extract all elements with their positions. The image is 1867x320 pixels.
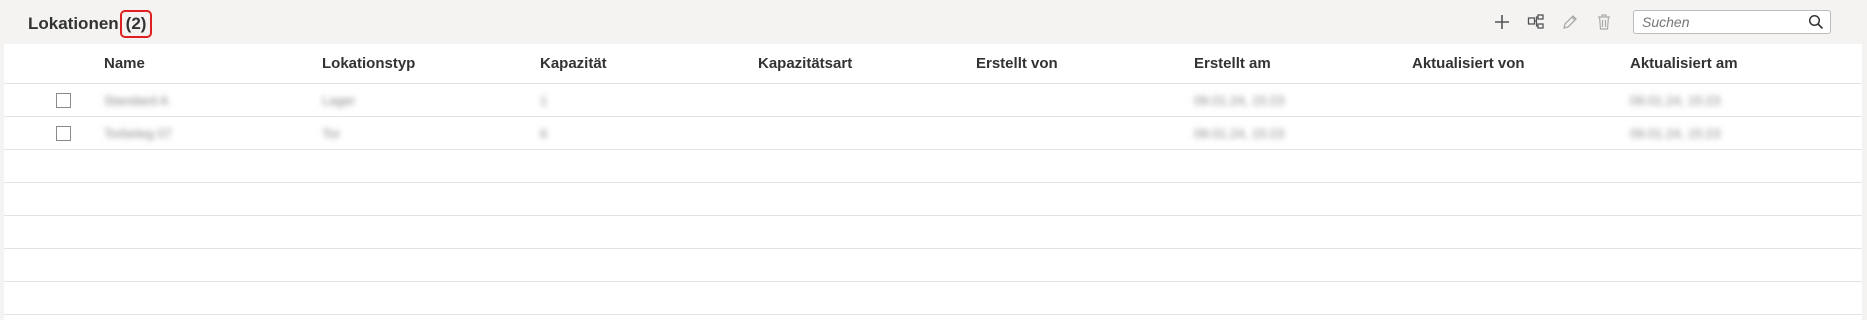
- column-header[interactable]: Erstellt am: [1194, 44, 1412, 84]
- cell-created-by: [976, 83, 1194, 117]
- table-row[interactable]: Standard A Lager 1 09.01.24, 15:23 09.01…: [4, 83, 1862, 117]
- hierarchy-button[interactable]: [1519, 9, 1553, 35]
- pencil-icon: [1563, 15, 1577, 29]
- row-checkbox[interactable]: [56, 125, 71, 141]
- cell-capacity: 1: [540, 83, 758, 117]
- cell-created-by: [976, 116, 1194, 150]
- cell-updated-by: [1412, 83, 1630, 117]
- toolbar: [1485, 9, 1831, 35]
- column-header[interactable]: Aktualisiert am: [1630, 44, 1862, 84]
- column-header[interactable]: Name: [104, 44, 322, 84]
- table-header-row: Name Lokationstyp Kapazität Kapazitätsar…: [4, 44, 1862, 84]
- cell-created-at: 09.01.24, 15:23: [1194, 116, 1412, 150]
- search-input[interactable]: [1634, 11, 1810, 33]
- empty-row: [4, 215, 1862, 249]
- row-checkbox[interactable]: [56, 92, 71, 108]
- cell-updated-at: 09.01.24, 15:23: [1630, 83, 1862, 117]
- column-header[interactable]: Erstellt von: [976, 44, 1194, 84]
- cell-type: Lager: [322, 83, 540, 117]
- add-button[interactable]: [1485, 9, 1519, 35]
- page-title: Lokationen (2): [28, 10, 153, 38]
- column-header[interactable]: Kapazität: [540, 44, 758, 84]
- record-count: (2): [119, 10, 153, 38]
- edit-button[interactable]: [1553, 9, 1587, 35]
- locations-table-panel: Name Lokationstyp Kapazität Kapazitätsar…: [4, 44, 1862, 320]
- hierarchy-icon: [1527, 14, 1544, 29]
- cell-name: Standard A: [104, 83, 322, 117]
- title-label: Lokationen: [28, 14, 119, 33]
- cell-capacity-kind: [758, 116, 976, 150]
- empty-row: [4, 248, 1862, 282]
- cell-updated-by: [1412, 116, 1630, 150]
- cell-type: Tor: [322, 116, 540, 150]
- column-header[interactable]: Kapazitätsart: [758, 44, 976, 84]
- cell-capacity: 6: [540, 116, 758, 150]
- select-column-header: [4, 44, 104, 84]
- search-icon[interactable]: [1808, 14, 1824, 30]
- table-row[interactable]: Torbeleg 07 Tor 6 09.01.24, 15:23 09.01.…: [4, 116, 1862, 150]
- empty-row: [4, 281, 1862, 315]
- cell-updated-at: 09.01.24, 15:23: [1630, 116, 1862, 150]
- cell-name: Torbeleg 07: [104, 116, 322, 150]
- empty-row: [4, 149, 1862, 183]
- trash-icon: [1598, 14, 1610, 30]
- delete-button[interactable]: [1587, 9, 1621, 35]
- plus-icon: [1495, 15, 1509, 29]
- column-header[interactable]: Lokationstyp: [322, 44, 540, 84]
- empty-row: [4, 182, 1862, 216]
- cell-capacity-kind: [758, 83, 976, 117]
- page-header: Lokationen (2): [0, 0, 1867, 44]
- locations-table: Name Lokationstyp Kapazität Kapazitätsar…: [4, 44, 1862, 315]
- search-box: [1633, 10, 1831, 34]
- column-header[interactable]: Aktualisiert von: [1412, 44, 1630, 84]
- cell-created-at: 09.01.24, 15:23: [1194, 83, 1412, 117]
